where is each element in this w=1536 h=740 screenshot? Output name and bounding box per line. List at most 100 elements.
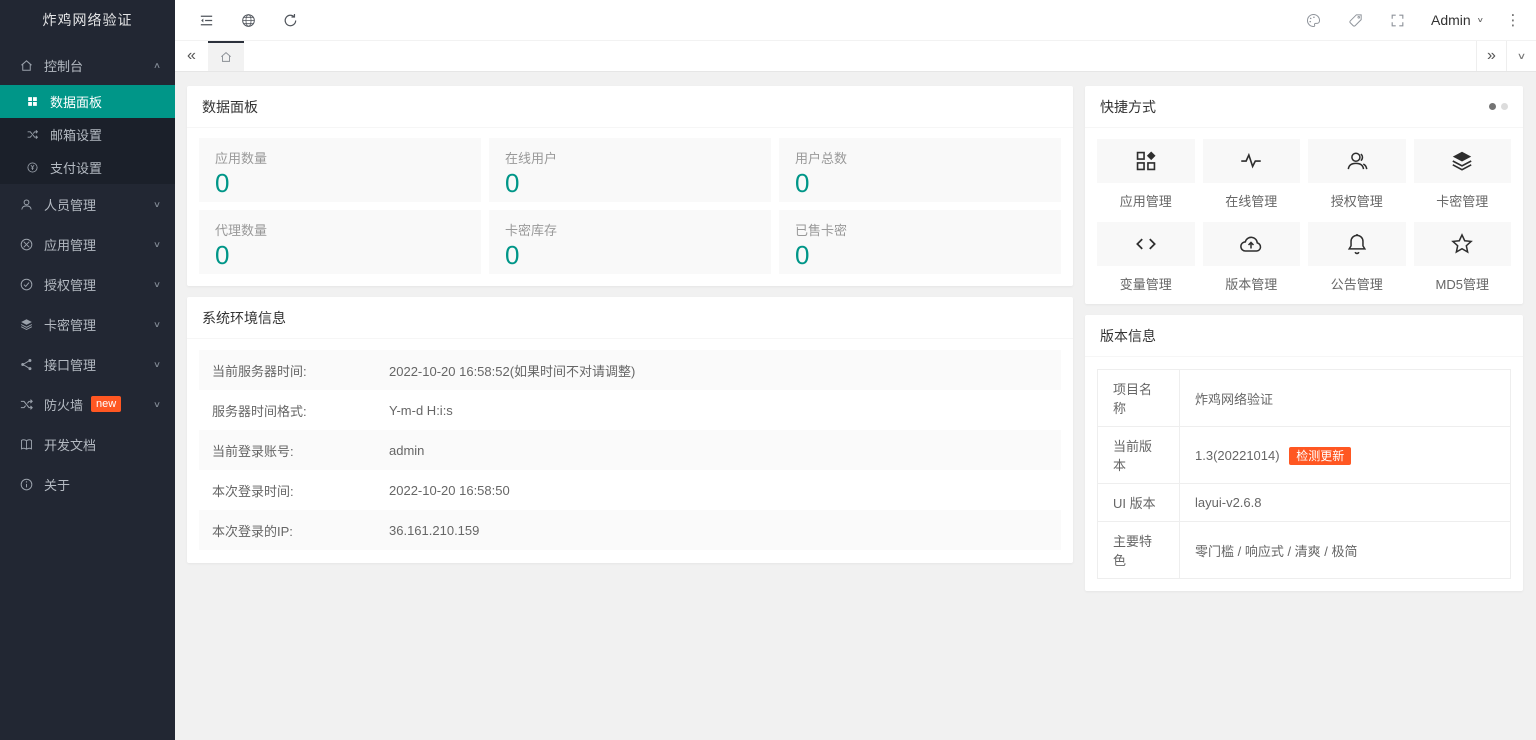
stat-label: 应用数量 — [215, 148, 465, 167]
home-icon — [219, 50, 233, 64]
data-panel-card: 数据面板 应用数量 0 在线用户 0 — [187, 86, 1073, 286]
tag-icon[interactable] — [1335, 0, 1377, 40]
topbar-left-icons — [185, 0, 311, 40]
tabs-scroll-right-button[interactable]: » — [1476, 41, 1506, 71]
stat-card: 在线用户 0 — [489, 138, 771, 202]
shortcut-variable-management[interactable]: 变量管理 — [1097, 222, 1195, 293]
chevron-icon: ∨ — [153, 279, 161, 289]
card-title: 系统环境信息 — [202, 308, 286, 328]
circle-cross-icon — [18, 236, 34, 252]
card-header: 系统环境信息 — [187, 297, 1073, 339]
right-column: 快捷方式 应用管理 — [1085, 86, 1523, 740]
version-table: 项目名称 炸鸡网络验证 当前版本 — [1097, 369, 1511, 579]
sidebar-menu: 控制台 ∧ 数据面板 邮箱设置 — [0, 41, 175, 504]
cloud-upload-icon — [1203, 222, 1301, 266]
topbar-right: Admin ∨ ⋮ — [1293, 0, 1536, 40]
info-value: 2022-10-20 16:58:50 — [389, 483, 510, 498]
version-label: 当前版本 — [1098, 427, 1180, 484]
menu-fold-icon[interactable] — [185, 0, 227, 40]
version-value: 1.3(20221014) — [1195, 448, 1280, 463]
circle-check-icon — [18, 276, 34, 292]
info-value: 36.161.210.159 — [389, 523, 479, 538]
layers-icon — [1414, 139, 1512, 183]
sidebar-item-label: 卡密管理 — [44, 315, 96, 334]
code-icon — [1097, 222, 1195, 266]
sidebar-item-data-panel[interactable]: 数据面板 — [0, 85, 175, 118]
shortcut-online-management[interactable]: 在线管理 — [1203, 139, 1301, 210]
carousel-dot[interactable] — [1501, 103, 1508, 110]
shortcut-announcement-management[interactable]: 公告管理 — [1308, 222, 1406, 293]
version-row: 主要特色 零门槛 / 响应式 / 清爽 / 极简 — [1098, 522, 1511, 579]
sidebar-item-auth-management[interactable]: 授权管理 ∨ — [0, 264, 175, 304]
tab-bar: « » ∨ — [175, 41, 1536, 72]
sidebar-item-label: 防火墙 — [44, 395, 83, 414]
stat-value: 0 — [505, 240, 755, 271]
shortcut-card-management[interactable]: 卡密管理 — [1414, 139, 1512, 210]
sidebar-item-payment-settings[interactable]: 支付设置 — [0, 151, 175, 184]
stat-value: 0 — [215, 240, 465, 271]
version-label: UI 版本 — [1098, 484, 1180, 522]
user-icon — [18, 196, 34, 212]
page-content: 数据面板 应用数量 0 在线用户 0 — [175, 72, 1536, 740]
check-update-button[interactable]: 检测更新 — [1289, 447, 1351, 465]
info-row: 服务器时间格式: Y-m-d H:i:s — [199, 390, 1061, 430]
info-icon — [18, 476, 34, 492]
user-menu[interactable]: Admin ∨ — [1419, 0, 1496, 40]
stat-card: 代理数量 0 — [199, 210, 481, 274]
sidebar-item-firewall[interactable]: 防火墙 new ∨ — [0, 384, 175, 424]
sidebar-item-label: 支付设置 — [50, 158, 102, 177]
tabs-dropdown-button[interactable]: ∨ — [1506, 41, 1536, 71]
carousel-dot-active[interactable] — [1489, 103, 1496, 110]
sidebar-item-email-settings[interactable]: 邮箱设置 — [0, 118, 175, 151]
home-icon — [18, 57, 34, 73]
stat-label: 在线用户 — [505, 148, 755, 167]
card-title: 数据面板 — [202, 97, 258, 117]
fullscreen-icon[interactable] — [1377, 0, 1419, 40]
sidebar-item-label: 授权管理 — [44, 275, 96, 294]
more-vertical-icon[interactable]: ⋮ — [1496, 0, 1530, 40]
info-row: 本次登录的IP: 36.161.210.159 — [199, 510, 1061, 550]
yen-circle-icon — [24, 160, 40, 176]
stat-label: 卡密库存 — [505, 220, 755, 239]
sidebar-item-dev-docs[interactable]: 开发文档 — [0, 424, 175, 464]
sidebar-item-api-management[interactable]: 接口管理 ∨ — [0, 344, 175, 384]
globe-icon[interactable] — [227, 0, 269, 40]
stats-grid: 应用数量 0 在线用户 0 用户总数 0 — [187, 128, 1073, 286]
refresh-icon[interactable] — [269, 0, 311, 40]
user-name: Admin — [1431, 12, 1471, 28]
shortcut-app-management[interactable]: 应用管理 — [1097, 139, 1195, 210]
shortcut-label: 变量管理 — [1097, 274, 1195, 293]
info-value: Y-m-d H:i:s — [389, 403, 453, 418]
sidebar-item-app-management[interactable]: 应用管理 ∨ — [0, 224, 175, 264]
sidebar-item-label: 接口管理 — [44, 355, 96, 374]
card-header: 版本信息 — [1085, 315, 1523, 357]
version-value: 炸鸡网络验证 — [1195, 392, 1273, 407]
shortcut-label: 版本管理 — [1203, 274, 1301, 293]
stat-card: 应用数量 0 — [199, 138, 481, 202]
stat-value: 0 — [215, 168, 465, 199]
info-row: 当前服务器时间: 2022-10-20 16:58:52(如果时间不对请调整) — [199, 350, 1061, 390]
sidebar-item-label: 开发文档 — [44, 435, 96, 454]
tab-home[interactable] — [208, 41, 244, 71]
shortcut-auth-management[interactable]: 授权管理 — [1308, 139, 1406, 210]
sidebar-item-console[interactable]: 控制台 ∧ — [0, 45, 175, 85]
stat-value: 0 — [795, 168, 1045, 199]
top-toolbar: Admin ∨ ⋮ — [175, 0, 1536, 41]
info-row: 本次登录时间: 2022-10-20 16:58:50 — [199, 470, 1061, 510]
info-value: admin — [389, 443, 424, 458]
version-label: 主要特色 — [1098, 522, 1180, 579]
chevron-icon: ∧ — [153, 60, 161, 70]
system-info-rows: 当前服务器时间: 2022-10-20 16:58:52(如果时间不对请调整) … — [187, 339, 1073, 563]
shortcut-version-management[interactable]: 版本管理 — [1203, 222, 1301, 293]
shortcuts-card: 快捷方式 应用管理 — [1085, 86, 1523, 304]
sidebar-item-about[interactable]: 关于 — [0, 464, 175, 504]
sidebar-item-card-management[interactable]: 卡密管理 ∨ — [0, 304, 175, 344]
version-info-card: 版本信息 项目名称 炸鸡网络验证 — [1085, 315, 1523, 591]
tabs-scroll-left-button[interactable]: « — [175, 41, 208, 71]
info-row: 当前登录账号: admin — [199, 430, 1061, 470]
version-value: 零门槛 / 响应式 / 清爽 / 极简 — [1195, 544, 1358, 559]
theme-palette-icon[interactable] — [1293, 0, 1335, 40]
sidebar-item-personnel[interactable]: 人员管理 ∨ — [0, 184, 175, 224]
shortcut-label: 在线管理 — [1203, 191, 1301, 210]
shortcut-md5-management[interactable]: MD5管理 — [1414, 222, 1512, 293]
